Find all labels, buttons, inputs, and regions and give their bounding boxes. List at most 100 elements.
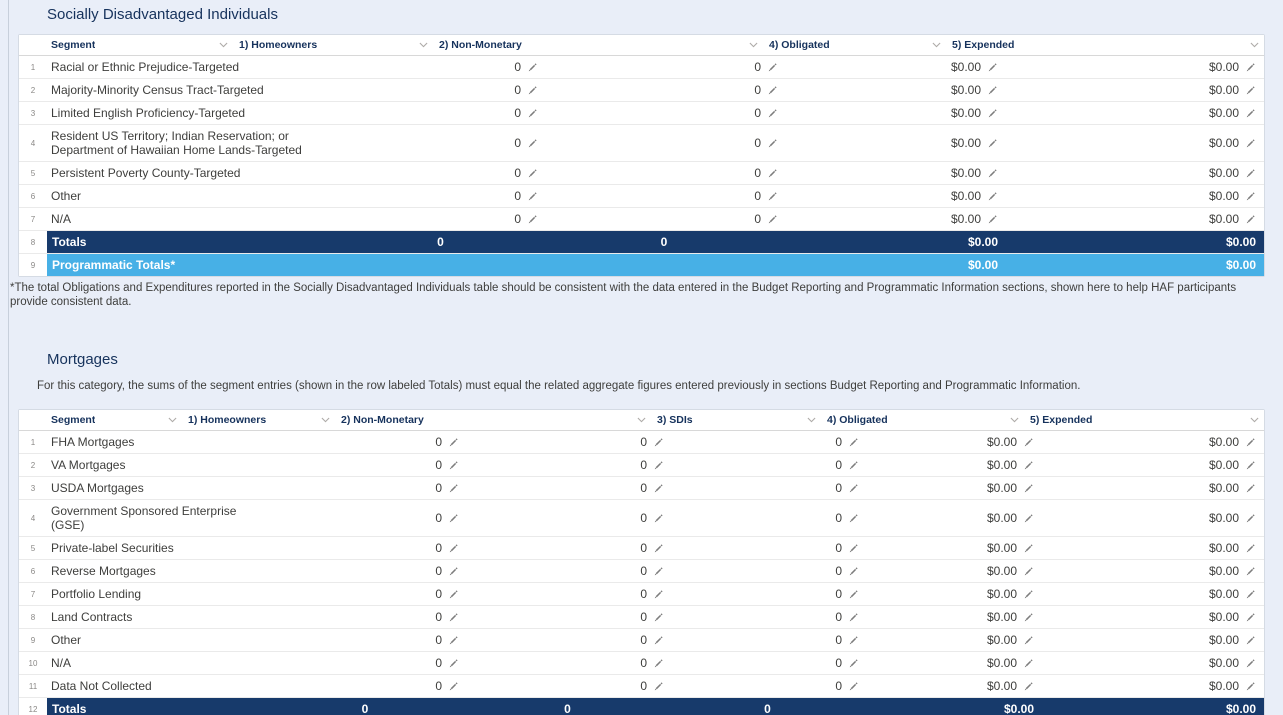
edit-pencil-icon[interactable] bbox=[1245, 513, 1256, 524]
sort-chevron-icon[interactable] bbox=[321, 417, 330, 423]
sort-chevron-icon[interactable] bbox=[219, 42, 228, 48]
edit-pencil-icon[interactable] bbox=[1023, 566, 1034, 577]
edit-pencil-icon[interactable] bbox=[448, 437, 459, 448]
edit-pencil-icon[interactable] bbox=[767, 108, 778, 119]
edit-pencil-icon[interactable] bbox=[448, 658, 459, 669]
edit-pencil-icon[interactable] bbox=[1245, 483, 1256, 494]
edit-pencil-icon[interactable] bbox=[848, 513, 859, 524]
edit-pencil-icon[interactable] bbox=[1245, 191, 1256, 202]
edit-pencil-icon[interactable] bbox=[653, 437, 664, 448]
edit-pencil-icon[interactable] bbox=[1245, 635, 1256, 646]
edit-pencil-icon[interactable] bbox=[448, 681, 459, 692]
edit-pencil-icon[interactable] bbox=[1245, 108, 1256, 119]
sort-chevron-icon[interactable] bbox=[1250, 417, 1259, 423]
edit-pencil-icon[interactable] bbox=[653, 566, 664, 577]
edit-pencil-icon[interactable] bbox=[653, 635, 664, 646]
edit-pencil-icon[interactable] bbox=[1245, 437, 1256, 448]
edit-pencil-icon[interactable] bbox=[653, 589, 664, 600]
column-header-label[interactable]: Segment bbox=[51, 39, 95, 51]
edit-pencil-icon[interactable] bbox=[1023, 437, 1034, 448]
column-header-label[interactable]: Segment bbox=[51, 414, 95, 426]
edit-pencil-icon[interactable] bbox=[1245, 612, 1256, 623]
edit-pencil-icon[interactable] bbox=[767, 138, 778, 149]
edit-pencil-icon[interactable] bbox=[848, 437, 859, 448]
edit-pencil-icon[interactable] bbox=[448, 635, 459, 646]
edit-pencil-icon[interactable] bbox=[767, 168, 778, 179]
edit-pencil-icon[interactable] bbox=[527, 85, 538, 96]
edit-pencil-icon[interactable] bbox=[1245, 543, 1256, 554]
edit-pencil-icon[interactable] bbox=[527, 138, 538, 149]
edit-pencil-icon[interactable] bbox=[448, 589, 459, 600]
edit-pencil-icon[interactable] bbox=[848, 460, 859, 471]
sort-chevron-icon[interactable] bbox=[807, 417, 816, 423]
edit-pencil-icon[interactable] bbox=[1245, 460, 1256, 471]
column-header-label[interactable]: 5) Expended bbox=[952, 39, 1014, 51]
sort-chevron-icon[interactable] bbox=[168, 417, 177, 423]
edit-pencil-icon[interactable] bbox=[653, 658, 664, 669]
column-header-label[interactable]: 4) Obligated bbox=[769, 39, 830, 51]
edit-pencil-icon[interactable] bbox=[987, 214, 998, 225]
edit-pencil-icon[interactable] bbox=[1245, 658, 1256, 669]
edit-pencil-icon[interactable] bbox=[767, 85, 778, 96]
edit-pencil-icon[interactable] bbox=[1023, 543, 1034, 554]
edit-pencil-icon[interactable] bbox=[987, 62, 998, 73]
edit-pencil-icon[interactable] bbox=[1245, 589, 1256, 600]
edit-pencil-icon[interactable] bbox=[848, 681, 859, 692]
edit-pencil-icon[interactable] bbox=[848, 483, 859, 494]
edit-pencil-icon[interactable] bbox=[1023, 513, 1034, 524]
column-header-label[interactable]: 1) Homeowners bbox=[188, 414, 266, 426]
edit-pencil-icon[interactable] bbox=[527, 168, 538, 179]
edit-pencil-icon[interactable] bbox=[448, 543, 459, 554]
edit-pencil-icon[interactable] bbox=[1023, 483, 1034, 494]
edit-pencil-icon[interactable] bbox=[1245, 681, 1256, 692]
sort-chevron-icon[interactable] bbox=[932, 42, 941, 48]
column-header-label[interactable]: 1) Homeowners bbox=[239, 39, 317, 51]
edit-pencil-icon[interactable] bbox=[1023, 681, 1034, 692]
edit-pencil-icon[interactable] bbox=[1023, 460, 1034, 471]
edit-pencil-icon[interactable] bbox=[848, 543, 859, 554]
edit-pencil-icon[interactable] bbox=[448, 566, 459, 577]
edit-pencil-icon[interactable] bbox=[848, 635, 859, 646]
sort-chevron-icon[interactable] bbox=[419, 42, 428, 48]
edit-pencil-icon[interactable] bbox=[848, 589, 859, 600]
edit-pencil-icon[interactable] bbox=[1245, 138, 1256, 149]
edit-pencil-icon[interactable] bbox=[767, 191, 778, 202]
edit-pencil-icon[interactable] bbox=[653, 612, 664, 623]
edit-pencil-icon[interactable] bbox=[848, 658, 859, 669]
edit-pencil-icon[interactable] bbox=[653, 460, 664, 471]
edit-pencil-icon[interactable] bbox=[448, 483, 459, 494]
edit-pencil-icon[interactable] bbox=[448, 612, 459, 623]
edit-pencil-icon[interactable] bbox=[653, 483, 664, 494]
edit-pencil-icon[interactable] bbox=[987, 191, 998, 202]
column-header-label[interactable]: 2) Non-Monetary bbox=[341, 414, 424, 426]
edit-pencil-icon[interactable] bbox=[987, 85, 998, 96]
column-header-label[interactable]: 5) Expended bbox=[1030, 414, 1092, 426]
sort-chevron-icon[interactable] bbox=[749, 42, 758, 48]
edit-pencil-icon[interactable] bbox=[527, 62, 538, 73]
edit-pencil-icon[interactable] bbox=[987, 168, 998, 179]
edit-pencil-icon[interactable] bbox=[1245, 85, 1256, 96]
edit-pencil-icon[interactable] bbox=[1245, 62, 1256, 73]
edit-pencil-icon[interactable] bbox=[653, 513, 664, 524]
edit-pencil-icon[interactable] bbox=[767, 214, 778, 225]
column-header-label[interactable]: 4) Obligated bbox=[827, 414, 888, 426]
edit-pencil-icon[interactable] bbox=[1245, 214, 1256, 225]
sort-chevron-icon[interactable] bbox=[1250, 42, 1259, 48]
edit-pencil-icon[interactable] bbox=[527, 191, 538, 202]
edit-pencil-icon[interactable] bbox=[767, 62, 778, 73]
edit-pencil-icon[interactable] bbox=[653, 681, 664, 692]
edit-pencil-icon[interactable] bbox=[1023, 635, 1034, 646]
edit-pencil-icon[interactable] bbox=[448, 513, 459, 524]
sort-chevron-icon[interactable] bbox=[637, 417, 646, 423]
edit-pencil-icon[interactable] bbox=[1245, 168, 1256, 179]
edit-pencil-icon[interactable] bbox=[848, 612, 859, 623]
edit-pencil-icon[interactable] bbox=[848, 566, 859, 577]
edit-pencil-icon[interactable] bbox=[448, 460, 459, 471]
edit-pencil-icon[interactable] bbox=[653, 543, 664, 554]
edit-pencil-icon[interactable] bbox=[1023, 612, 1034, 623]
sort-chevron-icon[interactable] bbox=[1010, 417, 1019, 423]
column-header-label[interactable]: 2) Non-Monetary bbox=[439, 39, 522, 51]
column-header-label[interactable]: 3) SDIs bbox=[657, 414, 693, 426]
edit-pencil-icon[interactable] bbox=[1023, 658, 1034, 669]
edit-pencil-icon[interactable] bbox=[987, 108, 998, 119]
